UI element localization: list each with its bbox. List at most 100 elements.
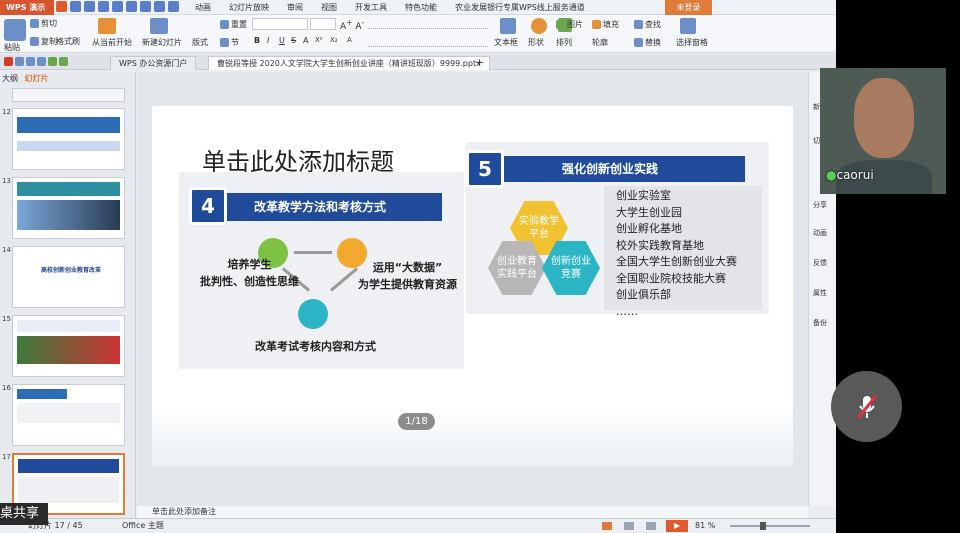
reset-button[interactable]: 重置	[220, 19, 247, 30]
slide-thumb-16[interactable]	[12, 384, 125, 446]
play-slideshow-button[interactable]: ▶	[666, 520, 688, 532]
wps-s-icon[interactable]	[56, 1, 67, 12]
tab-outline[interactable]: 大纲	[2, 74, 18, 83]
menu-view[interactable]: 视图	[321, 0, 337, 15]
side-transition-button[interactable]: 切	[813, 136, 820, 146]
reading-view-icon[interactable]	[646, 522, 656, 530]
menu-slideshow[interactable]: 幻灯片放映	[229, 0, 269, 15]
print-icon	[37, 57, 46, 66]
zoom-slider-thumb[interactable]	[760, 522, 766, 530]
superscript-button[interactable]: X²	[315, 36, 323, 44]
input-method-icon[interactable]	[70, 1, 81, 12]
list-item: 全国职业院校技能大赛	[616, 271, 726, 285]
bold-button[interactable]: B	[254, 36, 260, 45]
participant-name-text: caorui	[836, 168, 874, 182]
list-item: 创业孵化基地	[616, 222, 682, 235]
paste-button[interactable]: 粘贴	[4, 42, 20, 53]
subscript-button[interactable]: X₂	[330, 36, 338, 44]
select-pane-button[interactable]: 选择窗格	[676, 37, 708, 48]
cut-button[interactable]: 剪切	[30, 18, 57, 29]
sorter-view-icon[interactable]	[624, 522, 634, 530]
settings-icon[interactable]	[168, 1, 179, 12]
slide-thumb-14[interactable]: 高校创新创业教育改革	[12, 246, 125, 308]
play-from-current-icon[interactable]	[98, 18, 116, 34]
side-animation-button[interactable]: 动画	[813, 228, 827, 238]
new-slide-button[interactable]: 新建幻灯片	[142, 37, 182, 48]
side-properties-button[interactable]: 属性	[813, 288, 827, 298]
section-button[interactable]: 节	[220, 37, 239, 48]
layout-button[interactable]: 版式	[192, 37, 208, 48]
ribbon-toolbar: 粘贴 剪切 复制 格式刷 从当前开始 新建幻灯片 版式 重置 节 A+ A- B…	[0, 15, 836, 53]
side-feedback-button[interactable]: 反馈	[813, 258, 827, 268]
replace-label: 替换	[645, 38, 661, 47]
arrange-button[interactable]: 排列	[556, 37, 572, 48]
menu-animation[interactable]: 动画	[195, 0, 211, 15]
side-new-button[interactable]: 新	[813, 102, 820, 112]
new-tab-button[interactable]: +	[475, 56, 484, 69]
reset-label: 重置	[231, 20, 247, 29]
menu-developer[interactable]: 开发工具	[355, 0, 387, 15]
mic-on-icon: ●	[826, 168, 837, 182]
tab-bar-tools[interactable]	[4, 57, 70, 66]
login-button[interactable]: 未登录	[665, 0, 712, 15]
reset-icon	[220, 20, 229, 29]
strike-button[interactable]: S	[291, 36, 296, 45]
side-share-button[interactable]: 分享	[813, 200, 827, 210]
italic-button[interactable]: I	[267, 36, 269, 45]
font-color-button[interactable]: A	[303, 36, 308, 45]
picture-button[interactable]: 图片	[556, 19, 583, 30]
fill-button[interactable]: 填充	[592, 19, 619, 30]
emoji-icon[interactable]	[98, 1, 109, 12]
slide-thumb-15[interactable]	[12, 315, 125, 377]
paste-icon[interactable]	[4, 19, 26, 41]
grow-font-button[interactable]: A+ A-	[340, 18, 364, 32]
slide-thumb-13[interactable]	[12, 177, 125, 239]
font-name-select[interactable]	[252, 18, 308, 30]
normal-view-icon[interactable]	[602, 522, 612, 530]
copy-button[interactable]: 复制	[30, 36, 57, 47]
wps-window: WPS 演示 动画 幻灯片放映 审阅 视图 开发工具 特色功能 农业发展银行专属…	[0, 0, 836, 533]
format-painter-button[interactable]: 格式刷	[56, 36, 80, 47]
clear-format-button[interactable]: A	[347, 36, 352, 44]
screen-share-label: 桌共享	[0, 503, 48, 525]
mic-icon[interactable]	[112, 1, 123, 12]
right-section-number: 5	[466, 150, 504, 188]
paragraph-tools-top[interactable]	[368, 19, 488, 29]
slide-thumb-partial[interactable]	[12, 88, 125, 102]
tab-slides[interactable]: 幻灯片	[25, 74, 49, 83]
notes-pane[interactable]: 单击此处添加备注	[137, 506, 808, 518]
shape-button[interactable]: 形状	[528, 37, 544, 48]
textbox-icon[interactable]	[500, 18, 516, 34]
toolbox-icon[interactable]	[154, 1, 165, 12]
menu-tabs: 动画 幻灯片放映 审阅 视图 开发工具 特色功能 农业发展银行专属WPS线上服务…	[195, 0, 585, 15]
new-slide-icon[interactable]	[150, 18, 168, 34]
app-logo-menu[interactable]: WPS 演示	[0, 0, 54, 15]
tab-current-pptx[interactable]: 曹锐段等授 2020人文学院大学生创新创业讲座（精讲班现版）9999.pptx	[208, 56, 490, 70]
tab-wps-portal[interactable]: WPS 办公资源门户	[110, 56, 197, 70]
mic-toggle-button[interactable]	[831, 371, 902, 442]
list-item: 大学生创业园	[616, 205, 682, 219]
find-button[interactable]: 查找	[634, 19, 661, 30]
zoom-slider[interactable]	[730, 525, 810, 527]
document-icon	[298, 299, 328, 329]
zoom-level: 81 %	[695, 521, 716, 530]
replace-button[interactable]: 替换	[634, 37, 661, 48]
side-backup-button[interactable]: 备份	[813, 318, 827, 328]
from-current-button[interactable]: 从当前开始	[92, 37, 132, 48]
slide-thumb-12[interactable]	[12, 108, 125, 170]
font-size-select[interactable]	[310, 18, 336, 30]
slide[interactable]: 单击此处添加标题 改革教学方法和考核方式 4 培养学生 批判性、创造性思维 运用…	[152, 106, 793, 467]
outline-button[interactable]: 轮廓	[592, 37, 608, 48]
keyboard-icon[interactable]	[126, 1, 137, 12]
underline-button[interactable]: U	[279, 36, 285, 45]
punctuation-icon[interactable]	[84, 1, 95, 12]
select-pane-icon[interactable]	[680, 18, 696, 34]
menu-review[interactable]: 审阅	[287, 0, 303, 15]
textbox-button[interactable]: 文本框	[494, 37, 518, 48]
shape-icon[interactable]	[531, 18, 547, 34]
skin-icon[interactable]	[140, 1, 151, 12]
menu-features[interactable]: 特色功能	[405, 0, 437, 15]
slide-editing-area[interactable]: 单击此处添加标题 改革教学方法和考核方式 4 培养学生 批判性、创造性思维 运用…	[137, 72, 808, 506]
paragraph-tools-bottom[interactable]	[368, 37, 488, 47]
menu-bank-service[interactable]: 农业发展银行专属WPS线上服务通道	[455, 0, 585, 15]
